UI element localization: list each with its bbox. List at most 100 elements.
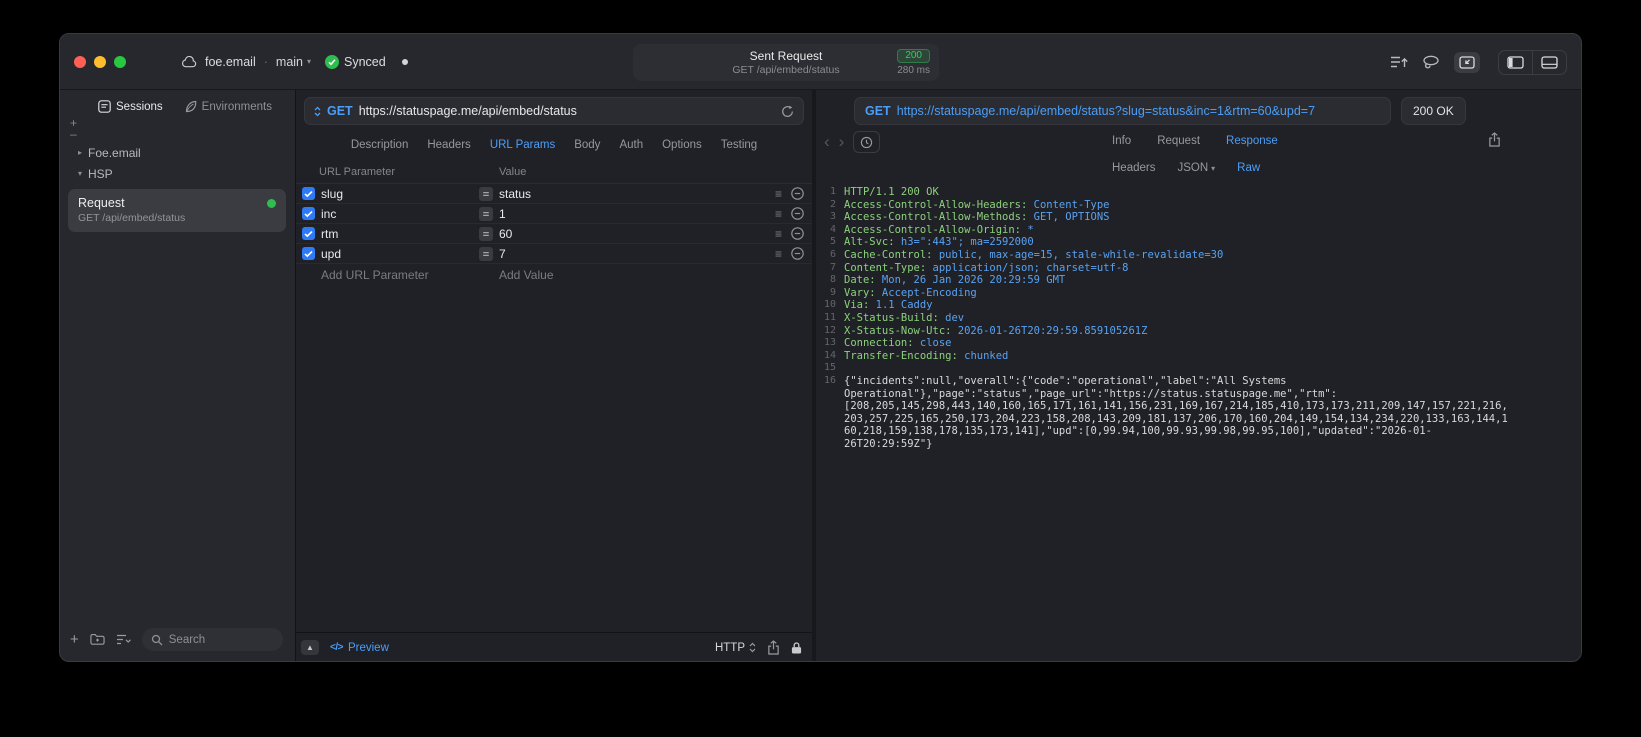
sort-filter-icon[interactable] bbox=[116, 634, 131, 645]
params-table-header: URL Parameter Value bbox=[296, 160, 812, 184]
zoom-window-button[interactable] bbox=[114, 55, 126, 68]
share-icon[interactable] bbox=[767, 640, 780, 655]
toggle-left-sidebar-icon[interactable] bbox=[1499, 51, 1532, 74]
clock-icon bbox=[861, 136, 873, 148]
preview-button[interactable]: </> Preview bbox=[330, 642, 389, 654]
param-checkbox[interactable] bbox=[302, 247, 315, 260]
history-back-icon[interactable]: ‹ bbox=[824, 132, 830, 152]
tab-sessions[interactable]: Sessions bbox=[98, 100, 163, 113]
param-name[interactable]: rtm bbox=[321, 227, 479, 241]
remove-param-icon[interactable] bbox=[791, 187, 804, 200]
response-line: 9 Vary: Accept-Encoding bbox=[820, 287, 1581, 300]
tab-testing[interactable]: Testing bbox=[721, 139, 757, 151]
param-name[interactable]: inc bbox=[321, 207, 479, 221]
value-type-icon[interactable] bbox=[479, 246, 493, 261]
tab-info[interactable]: Info bbox=[1112, 135, 1131, 147]
param-value[interactable]: status bbox=[499, 187, 775, 201]
request-url-input[interactable]: https://statuspage.me/api/embed/status bbox=[359, 104, 775, 118]
status-code-badge: 200 bbox=[897, 49, 930, 63]
response-line: 12 X-Status-Now-Utc: 2026-01-26T20:29:59.… bbox=[820, 325, 1581, 338]
collapse-icon[interactable]: ‒ bbox=[70, 128, 84, 140]
response-url-bar[interactable]: GET https://statuspage.me/api/embed/stat… bbox=[854, 97, 1391, 125]
param-value[interactable]: 7 bbox=[499, 247, 775, 261]
value-type-icon[interactable] bbox=[479, 226, 493, 241]
new-folder-icon[interactable] bbox=[90, 633, 105, 646]
param-name[interactable]: upd bbox=[321, 247, 479, 261]
branch-selector[interactable]: main ▾ bbox=[276, 55, 311, 69]
request-status-capsule[interactable]: Sent Request GET /api/embed/status 200 2… bbox=[633, 44, 939, 81]
tab-request[interactable]: Request bbox=[1157, 135, 1200, 147]
minimize-window-button[interactable] bbox=[94, 55, 106, 68]
param-value[interactable]: 60 bbox=[499, 227, 775, 241]
tab-description[interactable]: Description bbox=[351, 139, 409, 151]
import-window-icon[interactable] bbox=[1454, 51, 1480, 73]
sync-status[interactable]: Synced bbox=[325, 54, 386, 69]
tab-response[interactable]: Response bbox=[1226, 135, 1278, 147]
tree-item-hsp[interactable]: ▾ HSP bbox=[60, 163, 295, 184]
response-body[interactable]: 1 HTTP/1.1 200 OK 2 Access-Control-Allow-He… bbox=[816, 181, 1581, 661]
drag-handle-icon[interactable]: ≡ bbox=[775, 207, 782, 221]
search-input[interactable] bbox=[168, 633, 274, 646]
remove-param-icon[interactable] bbox=[791, 247, 804, 260]
response-panel: GET https://statuspage.me/api/embed/stat… bbox=[816, 90, 1581, 661]
value-type-icon[interactable] bbox=[479, 206, 493, 221]
chevron-right-icon: ▸ bbox=[78, 148, 83, 157]
sessions-icon bbox=[98, 100, 111, 113]
value-type-icon[interactable] bbox=[479, 186, 493, 201]
response-line: 7 Content-Type: application/json; charset… bbox=[820, 262, 1581, 275]
tab-auth[interactable]: Auth bbox=[619, 139, 643, 151]
request-list-item-selected[interactable]: Request GET /api/embed/status bbox=[68, 189, 286, 232]
tab-body[interactable]: Body bbox=[574, 139, 600, 151]
stepper-icon bbox=[749, 642, 756, 653]
expand-panel-icon[interactable]: ▲ bbox=[301, 640, 319, 655]
tab-headers[interactable]: Headers bbox=[427, 139, 470, 151]
history-clock-button[interactable] bbox=[853, 131, 881, 153]
drag-handle-icon[interactable]: ≡ bbox=[775, 247, 782, 261]
param-row[interactable]: slug status ≡ bbox=[296, 184, 812, 204]
toggle-bottom-panel-icon[interactable] bbox=[1532, 50, 1566, 74]
method-stepper-icon[interactable] bbox=[314, 106, 321, 117]
subtab-json[interactable]: JSON ▾ bbox=[1177, 162, 1215, 174]
subtab-headers[interactable]: Headers bbox=[1112, 162, 1155, 174]
lock-icon[interactable] bbox=[791, 641, 802, 655]
add-param-value-placeholder[interactable]: Add Value bbox=[499, 268, 804, 282]
sidebar-mini-controls: + ‒ bbox=[60, 115, 84, 140]
lasso-icon[interactable] bbox=[1422, 55, 1440, 70]
tab-environments[interactable]: Environments bbox=[185, 100, 272, 113]
response-line: 13 Connection: close bbox=[820, 337, 1581, 350]
param-checkbox[interactable] bbox=[302, 227, 315, 240]
response-line: 10 Via: 1.1 Caddy bbox=[820, 299, 1581, 312]
line-content: Connection: close bbox=[844, 337, 952, 350]
protocol-selector[interactable]: HTTP bbox=[715, 642, 756, 654]
param-row[interactable]: upd 7 ≡ bbox=[296, 244, 812, 264]
add-param-row[interactable]: Add URL Parameter Add Value bbox=[296, 264, 812, 286]
drag-handle-icon[interactable]: ≡ bbox=[775, 227, 782, 241]
drag-handle-icon[interactable]: ≡ bbox=[775, 187, 782, 201]
project-name[interactable]: foe.email bbox=[205, 55, 256, 69]
param-checkbox[interactable] bbox=[302, 187, 315, 200]
add-param-name-placeholder[interactable]: Add URL Parameter bbox=[321, 268, 479, 282]
tab-options[interactable]: Options bbox=[662, 139, 702, 151]
param-row[interactable]: rtm 60 ≡ bbox=[296, 224, 812, 244]
line-content: Alt-Svc: h3=":443"; ma=2592000 bbox=[844, 236, 1034, 249]
param-row[interactable]: inc 1 ≡ bbox=[296, 204, 812, 224]
param-checkbox[interactable] bbox=[302, 207, 315, 220]
close-window-button[interactable] bbox=[74, 55, 86, 68]
add-request-icon[interactable]: + bbox=[70, 632, 79, 647]
sidebar-search[interactable] bbox=[141, 628, 283, 651]
param-value[interactable]: 1 bbox=[499, 207, 775, 221]
share-response-icon[interactable] bbox=[1488, 132, 1501, 147]
response-line: 14 Transfer-Encoding: chunked bbox=[820, 350, 1581, 363]
request-url-bar[interactable]: GET https://statuspage.me/api/embed/stat… bbox=[304, 97, 804, 125]
refresh-icon[interactable] bbox=[781, 105, 794, 118]
export-lines-icon[interactable] bbox=[1390, 55, 1408, 69]
remove-param-icon[interactable] bbox=[791, 207, 804, 220]
param-name[interactable]: slug bbox=[321, 187, 479, 201]
request-method[interactable]: GET bbox=[327, 104, 353, 118]
history-forward-icon[interactable]: › bbox=[839, 132, 845, 152]
subtab-raw[interactable]: Raw bbox=[1237, 162, 1260, 174]
tab-url-params[interactable]: URL Params bbox=[490, 139, 555, 151]
sidebar-tabs: Sessions Environments bbox=[60, 90, 295, 115]
tree-item-foe-email[interactable]: ▸ Foe.email bbox=[60, 142, 295, 163]
remove-param-icon[interactable] bbox=[791, 227, 804, 240]
